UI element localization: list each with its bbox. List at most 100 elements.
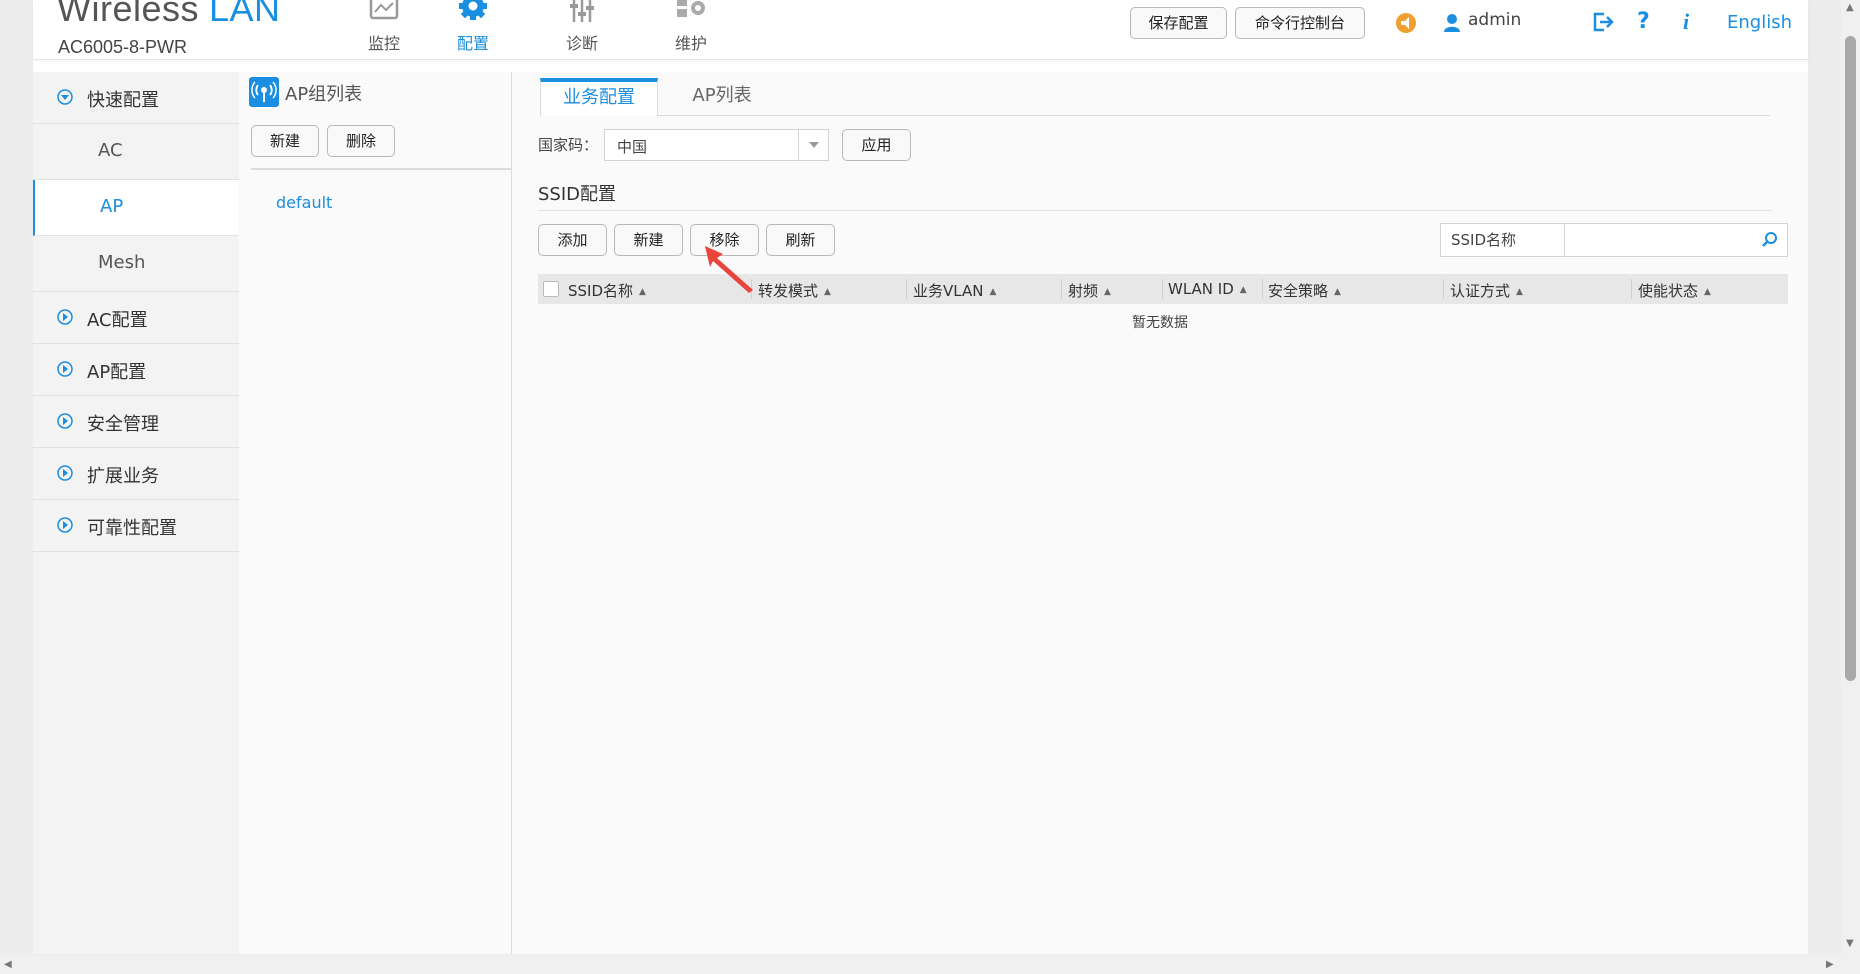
- device-model: AC6005-8-PWR: [58, 37, 188, 57]
- app-page: Wireless LAN AC6005-8-PWR 监控 配置 诊断 维护 保存…: [33, 0, 1808, 954]
- sidebar-quick-config-label: 快速配置: [87, 90, 159, 111]
- expand-icon: [57, 413, 73, 434]
- tab-ap-list[interactable]: AP列表: [672, 78, 772, 116]
- sidebar-group-ap-config[interactable]: AP配置: [33, 344, 239, 396]
- help-icon[interactable]: ?: [1637, 9, 1650, 34]
- sidebar-item-ac-label: AC: [98, 140, 123, 161]
- ap-group-title: AP组列表: [285, 84, 363, 105]
- horizontal-scrollbar[interactable]: [0, 955, 1841, 974]
- col-enable-status[interactable]: 使能状态 ▲: [1638, 280, 1711, 301]
- expand-icon: [57, 309, 73, 330]
- search-field-label[interactable]: SSID名称: [1441, 224, 1565, 256]
- tab-divider: [658, 115, 1770, 116]
- col-auth-mode[interactable]: 认证方式 ▲: [1450, 280, 1523, 301]
- col-forward-mode[interactable]: 转发模式 ▲: [758, 280, 831, 301]
- sidebar-group-ac-config[interactable]: AC配置: [33, 292, 239, 344]
- col-ssid-name[interactable]: SSID名称 ▲: [568, 280, 646, 301]
- logout-icon[interactable]: [1591, 11, 1615, 37]
- ssid-search: SSID名称: [1440, 223, 1788, 257]
- top-header: Wireless LAN AC6005-8-PWR 监控 配置 诊断 维护 保存…: [33, 0, 1808, 60]
- table-empty-message: 暂无数据: [1132, 315, 1188, 331]
- sort-up-icon: ▲: [1334, 287, 1341, 297]
- nav-diagnose-label: 诊断: [565, 34, 598, 53]
- col-radio[interactable]: 射频 ▲: [1068, 280, 1111, 301]
- nav-diagnose[interactable]: 诊断: [537, 0, 627, 58]
- ap-group-new-button[interactable]: 新建: [251, 125, 319, 157]
- brand-title-accent: LAN: [209, 0, 281, 29]
- ap-group-delete-button[interactable]: 删除: [327, 125, 395, 157]
- sidebar-group-reliability[interactable]: 可靠性配置: [33, 500, 239, 552]
- country-code-value: 中国: [617, 138, 648, 156]
- col-label: 安全策略: [1268, 282, 1329, 300]
- col-security-policy[interactable]: 安全策略 ▲: [1268, 280, 1341, 301]
- sidebar-group-label: AC配置: [87, 310, 148, 331]
- collapse-icon: [57, 89, 73, 110]
- username[interactable]: admin: [1468, 10, 1521, 30]
- scroll-up-icon[interactable]: ▲: [1846, 2, 1854, 13]
- expand-icon: [57, 465, 73, 486]
- alarm-icon[interactable]: [1395, 12, 1417, 38]
- nav-config-label: 配置: [456, 34, 489, 53]
- col-separator: [1061, 279, 1062, 299]
- chevron-down-icon: [798, 130, 828, 160]
- gear-icon: [428, 0, 518, 26]
- col-separator: [1443, 279, 1444, 299]
- wireless-ap-icon: [249, 77, 279, 111]
- info-icon[interactable]: i: [1683, 9, 1689, 35]
- sidebar-item-ap[interactable]: AP: [33, 180, 239, 236]
- sort-up-icon: ▲: [639, 287, 646, 297]
- sort-up-icon: ▲: [1704, 287, 1711, 297]
- ap-group-item-default[interactable]: default: [276, 193, 332, 212]
- ap-group-panel: AP组列表 新建 删除 default: [239, 72, 512, 954]
- col-wlan-id[interactable]: WLAN ID ▲: [1168, 280, 1247, 298]
- tab-service-config[interactable]: 业务配置: [540, 78, 658, 116]
- sidebar-group-security[interactable]: 安全管理: [33, 396, 239, 448]
- cli-console-button[interactable]: 命令行控制台: [1235, 7, 1365, 39]
- sidebar-item-mesh[interactable]: Mesh: [33, 236, 239, 292]
- sidebar-group-extended[interactable]: 扩展业务: [33, 448, 239, 500]
- user-icon: [1443, 13, 1461, 37]
- col-label: SSID名称: [568, 282, 634, 300]
- divider: [251, 168, 512, 170]
- language-switch[interactable]: English: [1727, 12, 1792, 33]
- annotation-arrow-icon: [701, 244, 757, 298]
- search-icon[interactable]: [1761, 231, 1779, 253]
- ssid-config-title: SSID配置: [538, 184, 617, 205]
- search-input[interactable]: [1566, 226, 1746, 254]
- scroll-right-icon[interactable]: ▶: [1826, 959, 1834, 970]
- apply-button[interactable]: 应用: [842, 129, 911, 161]
- sidebar-item-ap-label: AP: [100, 196, 124, 217]
- sort-up-icon: ▲: [989, 287, 997, 297]
- expand-icon: [57, 361, 73, 382]
- country-code-select[interactable]: 中国: [604, 129, 829, 161]
- refresh-button[interactable]: 刷新: [766, 224, 835, 256]
- vertical-scroll-thumb[interactable]: [1845, 36, 1856, 681]
- sidebar-group-label: AP配置: [87, 362, 147, 383]
- left-sidebar: 快速配置 AC AP Mesh AC配置 AP配置 安全管理 扩展业务 可靠性配…: [33, 72, 239, 954]
- add-ssid-button[interactable]: 添加: [538, 224, 607, 256]
- scroll-left-icon[interactable]: ◀: [4, 959, 12, 970]
- brand-title-main: Wireless: [57, 0, 200, 29]
- nav-maintain-label: 维护: [674, 34, 707, 53]
- col-service-vlan[interactable]: 业务VLAN ▲: [913, 280, 996, 301]
- expand-icon: [57, 517, 73, 538]
- sidebar-group-label: 扩展业务: [87, 466, 159, 487]
- save-config-button[interactable]: 保存配置: [1130, 7, 1227, 39]
- nav-config[interactable]: 配置: [428, 0, 518, 58]
- col-label: 射频: [1068, 282, 1099, 300]
- col-separator: [1631, 279, 1632, 299]
- sort-up-icon: ▲: [1516, 287, 1523, 297]
- col-separator: [906, 279, 907, 299]
- nav-maintain[interactable]: 维护: [646, 0, 736, 58]
- main-panel: 业务配置 AP列表 国家码： 中国 应用 SSID配置 添加 新建 移除 刷新 …: [512, 72, 1808, 954]
- nav-monitor[interactable]: 监控: [339, 0, 429, 58]
- nav-monitor-label: 监控: [367, 34, 400, 53]
- sort-up-icon: ▲: [824, 287, 831, 297]
- sidebar-quick-config[interactable]: 快速配置: [33, 72, 239, 124]
- new-ssid-button[interactable]: 新建: [614, 224, 683, 256]
- scroll-down-icon[interactable]: ▼: [1846, 938, 1854, 949]
- monitor-icon: [339, 0, 429, 26]
- select-all-checkbox[interactable]: [543, 281, 559, 297]
- maintain-icon: [646, 0, 736, 26]
- sidebar-item-ac[interactable]: AC: [33, 124, 239, 180]
